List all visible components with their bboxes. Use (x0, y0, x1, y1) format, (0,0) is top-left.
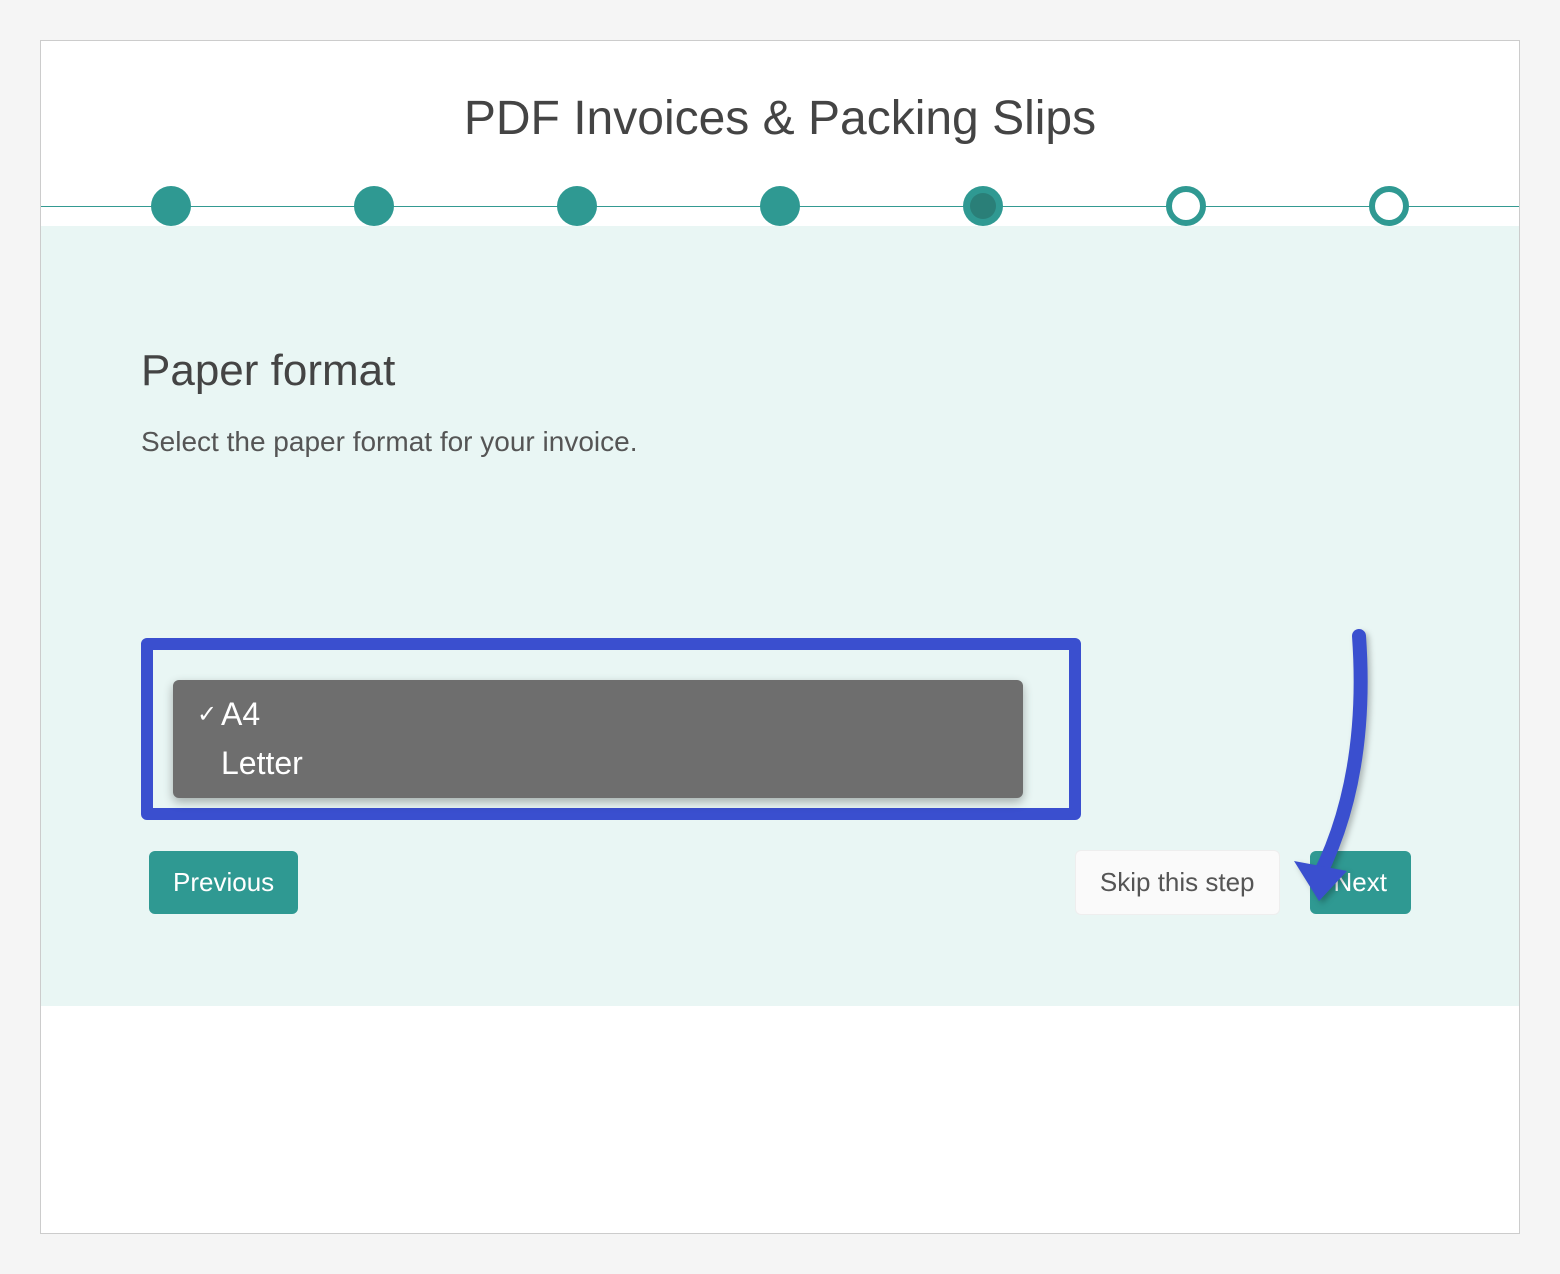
step-3[interactable] (557, 186, 597, 226)
dropdown-option-a4[interactable]: ✓ A4 (173, 690, 1023, 739)
dropdown-option-letter[interactable]: Letter (173, 739, 1023, 788)
step-7[interactable] (1369, 186, 1409, 226)
section-heading: Paper format (141, 346, 1419, 396)
check-icon: ✓ (193, 700, 221, 729)
step-4[interactable] (760, 186, 800, 226)
step-1[interactable] (151, 186, 191, 226)
section-subtext: Select the paper format for your invoice… (141, 426, 1419, 458)
paper-format-dropdown[interactable]: ✓ A4 Letter (173, 680, 1023, 798)
next-button[interactable]: Next (1310, 851, 1411, 914)
wizard-panel: Paper format Select the paper format for… (41, 226, 1519, 1006)
skip-step-button[interactable]: Skip this step (1075, 850, 1280, 915)
step-5-current[interactable] (963, 186, 1003, 226)
dropdown-option-label: Letter (221, 745, 303, 782)
highlight-annotation: ✓ A4 Letter (141, 638, 1081, 820)
step-2[interactable] (354, 186, 394, 226)
wizard-card: PDF Invoices & Packing Slips Paper forma… (40, 40, 1520, 1234)
step-6[interactable] (1166, 186, 1206, 226)
right-button-group: Skip this step Next (1075, 850, 1411, 915)
wizard-buttons: Previous Skip this step Next (141, 850, 1419, 915)
wizard-title: PDF Invoices & Packing Slips (41, 41, 1519, 186)
dropdown-option-label: A4 (221, 696, 260, 733)
progress-steps (41, 186, 1519, 226)
previous-button[interactable]: Previous (149, 851, 298, 914)
